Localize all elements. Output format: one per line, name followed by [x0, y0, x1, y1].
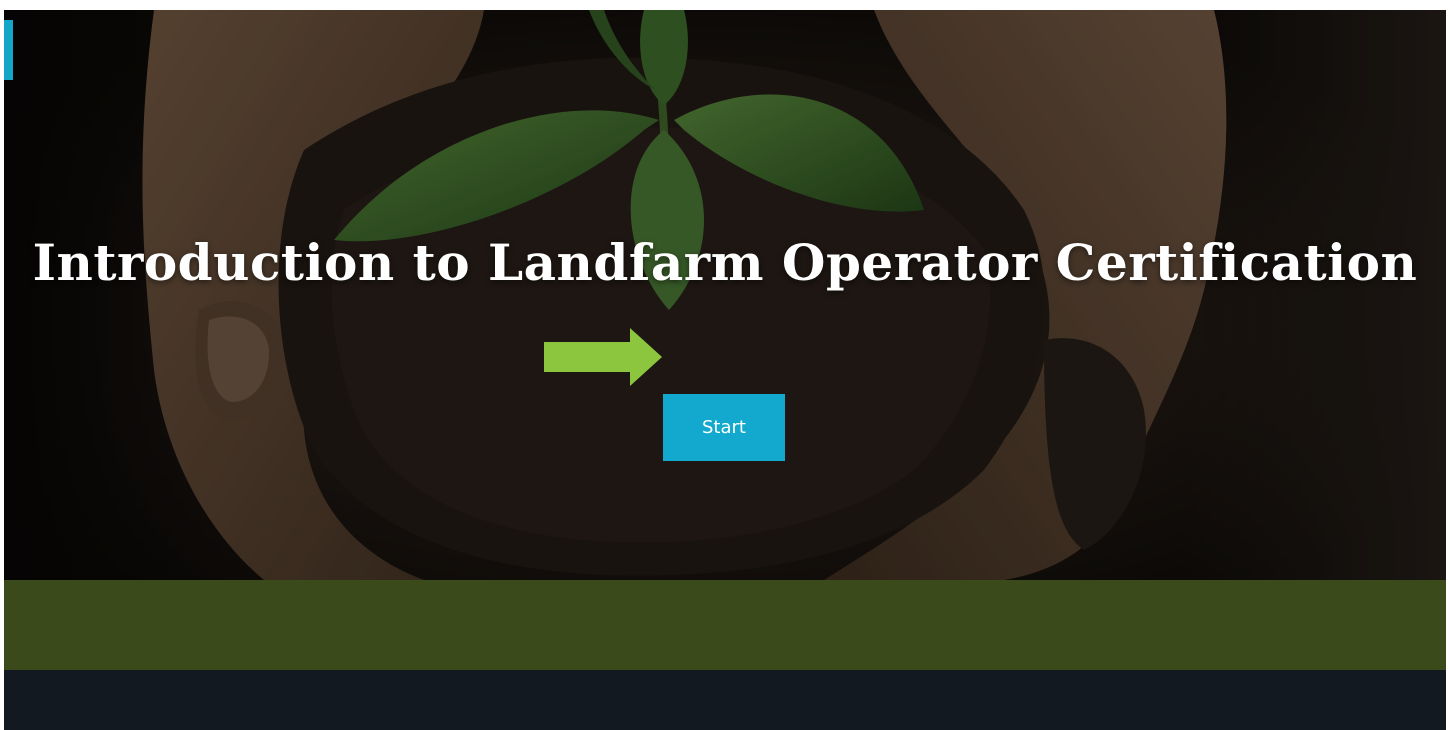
course-start-page: Introduction to Landfarm Operator Certif…: [4, 10, 1446, 730]
green-band: [4, 580, 1446, 670]
arrow-right-icon: [544, 328, 662, 386]
accent-bar: [4, 20, 13, 80]
start-button[interactable]: Start: [663, 394, 785, 461]
course-title: Introduction to Landfarm Operator Certif…: [32, 233, 1418, 292]
footer-bar: [4, 670, 1446, 730]
